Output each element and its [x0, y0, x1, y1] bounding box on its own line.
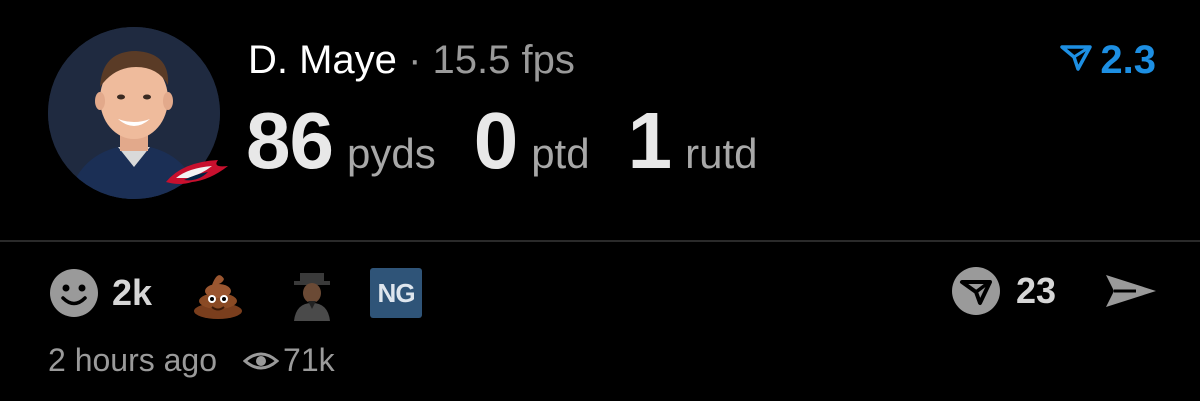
stat-value: 86 [246, 96, 334, 185]
smiley-reaction-button[interactable]: 2k [46, 265, 152, 321]
post-meta: 2 hours ago 71k [48, 342, 335, 379]
stat-value: 1 [627, 96, 672, 185]
player-name[interactable]: D. Maye [248, 38, 397, 82]
team-logo-icon [162, 152, 234, 196]
send-icon[interactable] [1102, 269, 1160, 313]
view-count: 71k [243, 342, 335, 379]
player-header: D. Maye · 15.5 fps [248, 38, 575, 82]
stat-line: 86 pyds 0 ptd 1 rutd [246, 96, 757, 186]
smiley-count: 2k [112, 272, 153, 313]
comment-count: 23 [1015, 270, 1056, 311]
stat-value: 0 [473, 96, 518, 185]
views-value: 71k [283, 342, 335, 378]
stat-unit: ptd [531, 130, 590, 177]
eye-icon [243, 352, 280, 369]
stat-unit: pyds [346, 130, 436, 177]
comment-icon [950, 265, 1002, 317]
ng-badge[interactable]: NG [370, 268, 423, 318]
comment-button[interactable]: 23 [950, 265, 1056, 317]
post-card: D. Maye · 15.5 fps 2.3 86 pyds 0 ptd 1 r… [0, 0, 1200, 401]
fantasy-points: 15.5 fps [432, 38, 575, 82]
divider [0, 240, 1200, 242]
smiley-icon [46, 265, 102, 321]
poop-emoji-icon[interactable] [190, 265, 246, 321]
post-actions: 23 [950, 265, 1160, 317]
score-value: 2.3 [1100, 38, 1156, 82]
timestamp: 2 hours ago [48, 342, 218, 378]
score-indicator[interactable]: 2.3 [1060, 38, 1156, 83]
score-icon [1060, 38, 1093, 83]
header-separator: · [408, 38, 422, 82]
reaction-bar: 2k NG [46, 265, 423, 321]
stat-unit: rutd [685, 130, 758, 177]
person-emoji-icon[interactable] [284, 265, 340, 321]
